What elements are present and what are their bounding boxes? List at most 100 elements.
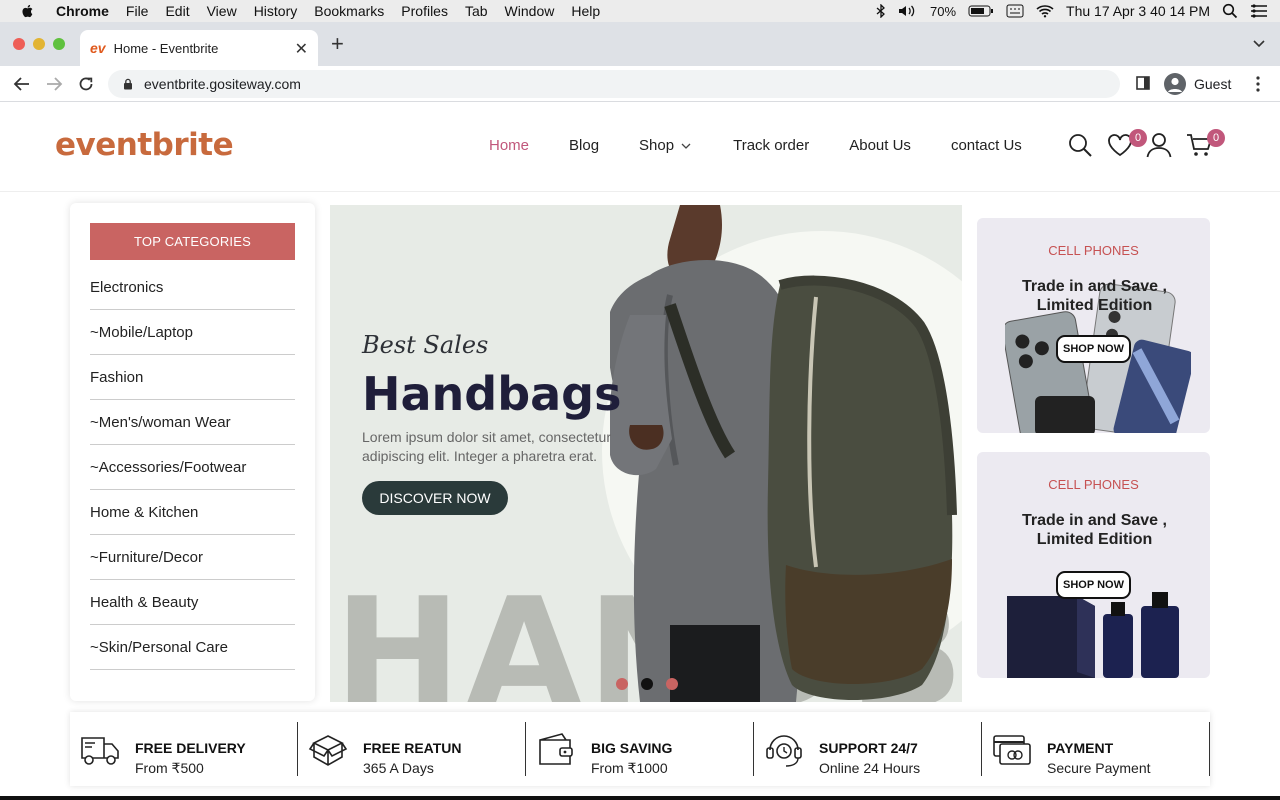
nav-track-order[interactable]: Track order [733,137,809,154]
site-header: eventbrite Home Blog Shop Track order Ab… [0,102,1280,192]
feature-title: PAYMENT [1047,740,1114,756]
status-area: 70% Thu 17 Apr 3 40 14 PM [876,0,1268,22]
web-page: eventbrite Home Blog Shop Track order Ab… [0,102,1280,796]
hero-slider: HANDBA Be [330,205,962,702]
menu-app-name[interactable]: Chrome [56,3,109,19]
feature-subtitle: From ₹500 [135,760,204,776]
shop-now-button[interactable]: SHOP NOW [1056,571,1131,599]
hero-eyebrow: Best Sales [362,331,489,359]
control-center-icon[interactable] [1250,4,1268,18]
nav-home[interactable]: Home [489,137,529,154]
promo-card-fragrance[interactable]: CELL PHONES Trade in and Save , Limited … [977,452,1210,678]
feature-free-delivery: FREE DELIVERY From ₹500 [70,712,298,786]
tab-search-chevron-icon[interactable] [1252,36,1266,50]
battery-icon[interactable] [968,5,994,17]
category-item-skin-personal-care[interactable]: ~Skin/Personal Care [90,625,295,670]
card-icon [993,735,1031,765]
menu-edit[interactable]: Edit [165,3,189,19]
features-strip: FREE DELIVERY From ₹500 FREE REATUN 365 … [70,712,1210,786]
close-tab-icon[interactable]: ✕ [295,39,308,59]
reload-icon[interactable] [76,74,96,94]
spotlight-search-icon[interactable] [1222,3,1238,19]
promo-category-label: CELL PHONES [1048,243,1139,258]
truck-icon [81,737,119,765]
promo-headline: Trade in and Save , Limited Edition [1022,278,1167,314]
back-arrow-icon[interactable] [12,74,32,94]
more-menu-icon[interactable] [1252,75,1264,93]
shop-now-button[interactable]: SHOP NOW [1056,335,1131,363]
bluetooth-icon[interactable] [876,4,886,18]
forward-arrow-icon[interactable] [44,74,64,94]
menu-tab[interactable]: Tab [465,3,488,19]
close-window-button[interactable] [13,38,25,50]
browser-tab-strip: ev Home - Eventbrite ✕ + [0,22,1280,66]
nav-contact-us[interactable]: contact Us [951,137,1022,154]
avatar-icon [1164,73,1186,95]
site-logo[interactable]: eventbrite [55,127,234,163]
profile-button[interactable]: Guest [1158,69,1244,99]
url-text[interactable]: eventbrite.gositeway.com [144,76,301,92]
box-icon [308,735,348,766]
search-icon[interactable] [1067,132,1093,158]
zoom-window-button[interactable] [53,38,65,50]
menu-help[interactable]: Help [571,3,600,19]
minimize-window-button[interactable] [33,38,45,50]
hero-description: Lorem ipsum dolor sit amet, consectetur … [362,429,611,464]
category-item-mobile-laptop[interactable]: ~Mobile/Laptop [90,310,295,355]
keyboard-input-icon[interactable] [1006,4,1024,18]
slider-dot-2-active[interactable] [641,678,653,690]
slider-dot-3[interactable] [666,678,678,690]
feature-title: SUPPORT 24/7 [819,740,918,756]
top-categories-header: TOP CATEGORIES [90,223,295,260]
category-item-home-kitchen[interactable]: Home & Kitchen [90,490,295,535]
screen-bottom-edge [0,796,1280,800]
category-item-health-beauty[interactable]: Health & Beauty [90,580,295,625]
nav-shop[interactable]: Shop [639,137,693,154]
feature-payment: PAYMENT Secure Payment [982,712,1210,786]
category-item-accessories-footwear[interactable]: ~Accessories/Footwear [90,445,295,490]
account-user-icon[interactable] [1146,132,1172,158]
feature-subtitle: Online 24 Hours [819,760,921,776]
apple-icon[interactable] [20,3,36,19]
new-tab-button[interactable]: + [331,33,344,55]
browser-toolbar: eventbrite.gositeway.com Guest [0,66,1280,102]
feature-free-return: FREE REATUN 365 A Days [298,712,526,786]
wallet-icon [539,733,573,765]
lock-icon[interactable] [122,78,134,90]
feature-subtitle: Secure Payment [1047,760,1151,776]
menu-bookmarks[interactable]: Bookmarks [314,3,384,19]
browser-tab-active[interactable]: ev Home - Eventbrite ✕ [80,30,318,66]
feature-subtitle: 365 A Days [363,760,434,776]
volume-icon[interactable] [898,4,918,18]
menu-profiles[interactable]: Profiles [401,3,448,19]
wishlist-count-badge: 0 [1129,129,1147,147]
chevron-down-icon [681,143,691,149]
slider-dot-1[interactable] [616,678,628,690]
tab-title: Home - Eventbrite [113,40,219,56]
category-item-furniture-decor[interactable]: ~Furniture/Decor [90,535,295,580]
screen: Chrome File Edit View History Bookmarks … [0,0,1280,800]
address-bar[interactable]: eventbrite.gositeway.com [108,70,1120,98]
nav-about-us[interactable]: About Us [849,137,911,154]
headset-icon [766,735,802,767]
wifi-icon[interactable] [1036,4,1054,18]
hero-title: Handbags [362,367,622,421]
category-item-mens-woman-wear[interactable]: ~Men's/woman Wear [90,400,295,445]
nav-blog[interactable]: Blog [569,137,599,154]
menu-file[interactable]: File [126,3,149,19]
menu-view[interactable]: View [207,3,237,19]
clock[interactable]: Thu 17 Apr 3 40 14 PM [1066,3,1210,19]
category-item-fashion[interactable]: Fashion [90,355,295,400]
battery-percent: 70% [929,3,957,19]
menu-window[interactable]: Window [505,3,555,19]
side-panel-icon[interactable] [1136,76,1150,90]
menu-history[interactable]: History [254,3,298,19]
category-item-electronics[interactable]: Electronics [90,265,295,310]
feature-title: FREE REATUN [363,740,462,756]
discover-now-button[interactable]: DISCOVER NOW [362,481,508,515]
nav-shop-label: Shop [639,137,675,154]
feature-title: BIG SAVING [591,740,673,756]
feature-big-saving: BIG SAVING From ₹1000 [526,712,754,786]
main-nav: Home Blog Shop Track order About Us cont… [489,137,1062,154]
promo-card-phones[interactable]: CELL PHONES Trade in and Save , Limited … [977,218,1210,433]
